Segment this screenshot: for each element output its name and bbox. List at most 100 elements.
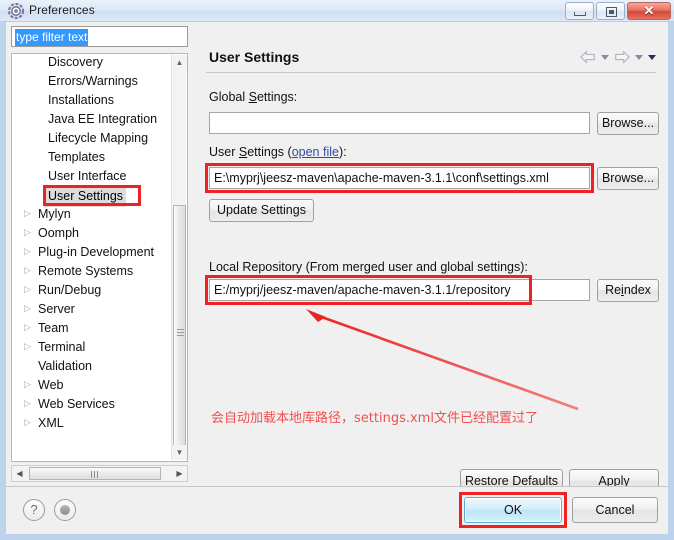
sidebar-item-label: XML — [38, 416, 64, 431]
hscroll-grip-icon — [91, 471, 99, 478]
sidebar-item-label: User Interface — [48, 169, 127, 184]
sidebar-item-team[interactable]: ▷ Team — [12, 319, 172, 338]
sidebar-item-label: Web — [38, 378, 64, 393]
settings-panel: User Settings Global Settings: Browse... — [196, 22, 668, 493]
sidebar-item-label: Plug-in Development — [38, 245, 155, 260]
sidebar-item-errors-warnings[interactable]: Errors/Warnings — [12, 72, 172, 91]
circle-dot-icon — [60, 505, 70, 515]
expand-triangle-icon[interactable]: ▷ — [24, 375, 38, 394]
sidebar-item-user-interface[interactable]: User Interface — [12, 167, 172, 186]
sidebar-item-web[interactable]: ▷ Web — [12, 376, 172, 395]
global-settings-input[interactable] — [209, 112, 590, 134]
sidebar-item-lifecycle-mapping[interactable]: Lifecycle Mapping — [12, 129, 172, 148]
circle-button-icon[interactable] — [54, 499, 76, 521]
sidebar-item-validation[interactable]: Validation — [12, 357, 172, 376]
local-repository-label: Local Repository (From merged user and g… — [209, 260, 528, 274]
annotation-text: 会自动加载本地库路径，settings.xml文件已经配置过了 — [211, 411, 538, 426]
sidebar-item-run-debug[interactable]: ▷ Run/Debug — [12, 281, 172, 300]
expand-triangle-icon[interactable]: ▷ — [24, 280, 38, 299]
expand-triangle-icon[interactable]: ▷ — [24, 242, 38, 261]
sidebar-item-label: Validation — [38, 359, 92, 374]
tree-list: Discovery Errors/Warnings Installations Jav… — [12, 54, 172, 433]
sidebar-item-label: Remote Systems — [38, 264, 134, 279]
sidebar-item-web-services[interactable]: ▷ Web Services — [12, 395, 172, 414]
hscroll-thumb[interactable] — [29, 467, 161, 480]
sidebar-item-label: Installations — [48, 93, 115, 108]
title-bar: Preferences ✕ — [0, 0, 674, 22]
sidebar-item-templates[interactable]: Templates — [12, 148, 172, 167]
update-settings-button[interactable]: Update Settings — [209, 199, 314, 222]
panel-nav — [580, 50, 656, 64]
sidebar-item-mylyn[interactable]: ▷ Mylyn — [12, 205, 172, 224]
sidebar-item-label: Web Services — [38, 397, 115, 412]
sidebar-item-label: Terminal — [38, 340, 86, 355]
expand-triangle-icon[interactable]: ▷ — [24, 337, 38, 356]
sidebar-item-java-ee-integration[interactable]: Java EE Integration — [12, 110, 172, 129]
window-title: Preferences — [29, 3, 95, 17]
sidebar-item-terminal[interactable]: ▷ Terminal — [12, 338, 172, 357]
sidebar-item-label: Server — [38, 302, 75, 317]
sidebar-item-label: Templates — [48, 150, 105, 165]
dialog-body: type filter text Discovery Errors/Warning… — [6, 22, 668, 534]
expand-triangle-icon[interactable]: ▷ — [24, 413, 38, 432]
scroll-grip-icon — [177, 328, 184, 337]
expand-triangle-icon[interactable]: ▷ — [24, 261, 38, 280]
sidebar-item-server[interactable]: ▷ Server — [12, 300, 172, 319]
global-settings-label: Global Settings: — [209, 90, 298, 104]
scroll-left-icon[interactable]: ◀ — [12, 466, 27, 481]
scroll-right-icon[interactable]: ▶ — [172, 466, 187, 481]
filter-input[interactable]: type filter text — [11, 26, 188, 47]
filter-input-value: type filter text — [15, 29, 89, 46]
view-menu-chevron-down-icon[interactable] — [648, 54, 656, 60]
sidebar-item-label: Team — [38, 321, 69, 336]
window-controls: ✕ — [565, 2, 671, 20]
sidebar-item-label: Oomph — [38, 226, 79, 241]
maximize-button[interactable] — [596, 2, 625, 20]
maximize-icon — [606, 7, 617, 17]
minimize-icon — [574, 12, 586, 16]
scroll-thumb[interactable] — [173, 205, 186, 460]
sidebar-item-user-settings[interactable]: User Settings — [12, 186, 172, 207]
sidebar-item-label: Run/Debug — [38, 283, 102, 298]
expand-triangle-icon[interactable]: ▷ — [24, 299, 38, 318]
tree-horizontal-scrollbar[interactable]: ◀ ▶ — [11, 465, 188, 482]
close-button[interactable]: ✕ — [627, 2, 671, 20]
header-divider — [206, 72, 656, 73]
expand-triangle-icon[interactable]: ▷ — [24, 204, 38, 223]
ok-button[interactable]: OK — [464, 497, 562, 523]
tree-vertical-scrollbar[interactable]: ▲ ▼ — [171, 55, 187, 460]
sidebar-item-discovery[interactable]: Discovery — [12, 54, 172, 72]
sidebar-item-label: Errors/Warnings — [48, 74, 138, 89]
user-settings-browse-button[interactable]: Browse... — [597, 167, 659, 190]
close-icon: ✕ — [643, 3, 655, 18]
sidebar-item-oomph[interactable]: ▷ Oomph — [12, 224, 172, 243]
scroll-up-icon[interactable]: ▲ — [172, 55, 187, 70]
back-menu-chevron-down-icon[interactable] — [601, 54, 609, 60]
back-arrow-icon[interactable] — [580, 50, 596, 64]
forward-arrow-icon[interactable] — [614, 50, 630, 64]
sidebar-item-label: Lifecycle Mapping — [48, 131, 149, 146]
local-repository-input[interactable]: E:/myprj/jeesz-maven/apache-maven-3.1.1/… — [209, 279, 590, 301]
sidebar-item-xml[interactable]: ▷ XML — [12, 414, 172, 433]
reindex-button[interactable]: Reindex — [597, 279, 659, 302]
preferences-gear-icon — [8, 3, 24, 19]
dialog-footer: ? OK Cancel — [6, 487, 668, 534]
expand-triangle-icon[interactable]: ▷ — [24, 318, 38, 337]
sidebar-item-label: Discovery — [48, 55, 103, 70]
sidebar-item-plug-in-development[interactable]: ▷ Plug-in Development — [12, 243, 172, 262]
global-settings-browse-button[interactable]: Browse... — [597, 112, 659, 135]
user-settings-input[interactable]: E:\myprj\jeesz-maven\apache-maven-3.1.1\… — [209, 167, 590, 189]
sidebar-item-installations[interactable]: Installations — [12, 91, 172, 110]
forward-menu-chevron-down-icon[interactable] — [635, 54, 643, 60]
red-arrow-icon — [306, 309, 579, 411]
expand-triangle-icon[interactable]: ▷ — [24, 223, 38, 242]
scroll-down-icon[interactable]: ▼ — [172, 445, 187, 460]
cancel-button[interactable]: Cancel — [572, 497, 658, 523]
sidebar-item-remote-systems[interactable]: ▷ Remote Systems — [12, 262, 172, 281]
sidebar-item-label: User Settings — [45, 186, 127, 207]
minimize-button[interactable] — [565, 2, 594, 20]
open-file-link[interactable]: open file — [292, 145, 339, 159]
expand-triangle-icon[interactable]: ▷ — [24, 394, 38, 413]
preferences-tree[interactable]: Discovery Errors/Warnings Installations Jav… — [11, 53, 188, 462]
question-mark-icon[interactable]: ? — [23, 499, 45, 521]
